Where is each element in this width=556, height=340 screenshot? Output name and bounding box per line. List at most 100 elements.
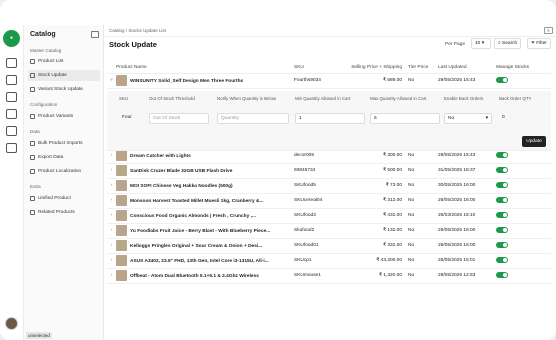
chevron-right-icon[interactable]: ›: [107, 163, 116, 179]
sidebar-item-product-list[interactable]: Product List: [28, 56, 100, 67]
table-row[interactable]: › Kelloggs Pringles Original + Sour Crea…: [107, 238, 551, 254]
sidebar-item-related-products[interactable]: Related Products: [28, 207, 100, 218]
main-content: Catalog / Stocks Update List ≡ Stock Upd…: [104, 25, 556, 340]
variant-stock-icon: [30, 87, 35, 92]
import-icon: [30, 141, 35, 146]
unified-icon: [30, 196, 35, 201]
product-thumbnail: [116, 210, 127, 221]
sidebar-item-variant-stock-update[interactable]: Variant Stock Update: [28, 84, 100, 95]
catalog-sidebar: Catalog Master Catalog Product List Stoc…: [24, 25, 104, 340]
manage-stock-toggle[interactable]: [496, 242, 508, 249]
search-icon: ⌕: [498, 41, 501, 46]
col-tier-price: Tier Price: [408, 62, 438, 74]
manage-stock-toggle[interactable]: [496, 182, 508, 189]
page-title: Stock Update: [109, 40, 157, 49]
product-thumbnail: [116, 225, 127, 236]
product-thumbnail: [116, 195, 127, 206]
collapse-sidebar-icon[interactable]: [91, 31, 99, 38]
update-button[interactable]: Update: [522, 136, 546, 147]
chevron-right-icon[interactable]: ›: [107, 253, 116, 269]
breadcrumb: Catalog / Stocks Update List: [109, 28, 166, 33]
table-row[interactable]: › MOI SOFI Chinese Veg Hakka Noodles (50…: [107, 178, 551, 194]
manage-stock-toggle[interactable]: [496, 197, 508, 204]
table-row[interactable]: › Offbeat - Atom Dual Bluetooth 5.1+5.1 …: [107, 268, 551, 284]
sidebar-item-product-variants[interactable]: Product Variants: [28, 111, 100, 122]
sku-field[interactable]: Four: [119, 113, 143, 124]
manage-stock-toggle[interactable]: [496, 257, 508, 264]
marketing-icon[interactable]: [6, 126, 17, 136]
product-thumbnail: [116, 149, 127, 161]
chevron-right-icon[interactable]: ›: [107, 208, 116, 224]
table-row[interactable]: › Conscious Food Organic Almonds | Fresh…: [107, 208, 551, 224]
chevron-right-icon[interactable]: ›: [107, 268, 116, 284]
stock-icon: [30, 73, 35, 78]
notify-quantity-field[interactable]: Quantity: [217, 113, 289, 124]
globe-icon: [30, 169, 35, 174]
section-label: Extra: [30, 184, 41, 189]
breadcrumb-current: Stocks Update List: [128, 28, 166, 33]
catalog-icon[interactable]: [6, 92, 17, 102]
product-thumbnail: [116, 180, 127, 191]
status-text: unselected: [26, 332, 52, 339]
sidebar-item-export-data[interactable]: Export Data: [28, 152, 100, 163]
product-thumbnail: [116, 270, 127, 281]
table-row[interactable]: › Yu Foodlabs Fruit Juice - Berry Blast …: [107, 223, 551, 239]
section-label: Data: [30, 129, 40, 134]
section-label: Configuration: [30, 102, 58, 107]
table-row[interactable]: › ASUS A3402, 23.8" FHD, 13th Gen, Intel…: [107, 253, 551, 269]
dashboard-icon[interactable]: [6, 58, 17, 68]
export-icon: [30, 155, 35, 160]
sidebar-item-product-localization[interactable]: Product Localization: [28, 166, 100, 177]
out-of-stock-field[interactable]: Out Of Stock: [149, 113, 209, 124]
col-product-name: Product Name: [116, 62, 294, 74]
product-thumbnail: [116, 240, 127, 251]
manage-stock-toggle[interactable]: [496, 77, 508, 84]
sidebar-title: Catalog: [30, 31, 56, 38]
search-button[interactable]: ⌕ Search: [494, 38, 522, 49]
filter-button[interactable]: ⏷ Filter: [527, 38, 551, 49]
manage-stock-toggle[interactable]: [496, 227, 508, 234]
orders-icon[interactable]: [6, 75, 17, 85]
sidebar-item-unified-product[interactable]: Unified Product: [28, 193, 100, 204]
min-qty-field[interactable]: 1: [295, 113, 365, 124]
col-sku: SKU: [294, 62, 342, 74]
chevron-right-icon[interactable]: ›: [107, 178, 116, 194]
related-icon: [30, 210, 35, 215]
chevron-up-icon[interactable]: ˅: [107, 73, 116, 89]
sidebar-item-bulk-imports[interactable]: Bulk Product Imports: [28, 138, 100, 149]
filter-icon: ⏷: [531, 41, 535, 46]
chevron-right-icon[interactable]: ›: [107, 223, 116, 239]
manage-stock-toggle[interactable]: [496, 167, 508, 174]
manage-stock-toggle[interactable]: [496, 152, 508, 159]
back-order-qty-field[interactable]: 0: [499, 113, 523, 124]
col-price: Selling Price + Shipping: [342, 62, 408, 74]
table-row-expanded[interactable]: ˅ WINSUNITY Solid_Self Design Men Three …: [107, 73, 551, 89]
reports-icon[interactable]: [6, 143, 17, 153]
per-page-select[interactable]: 10 ▾: [471, 38, 491, 49]
back-orders-select[interactable]: No ▾: [444, 113, 492, 124]
table-row[interactable]: › Monsoon Harvest Toasted Millet Muesli …: [107, 193, 551, 209]
per-page-label: Per Page: [445, 42, 466, 47]
chevron-down-icon: ▾: [481, 41, 485, 46]
manage-stock-toggle[interactable]: [496, 212, 508, 219]
customers-icon[interactable]: [6, 109, 17, 119]
breadcrumb-root[interactable]: Catalog: [109, 28, 125, 33]
list-icon: [30, 59, 35, 64]
stock-edit-panel: SKU Out Of Stock Threshold Notify When Q…: [107, 91, 551, 151]
chevron-right-icon[interactable]: ›: [107, 193, 116, 209]
table-row[interactable]: › SanDisk Cruzer Blade 32GB USB Flash Dr…: [107, 163, 551, 179]
sidebar-item-stock-update[interactable]: Stock Update: [28, 70, 100, 81]
variants-icon: [30, 114, 35, 119]
product-thumbnail: [116, 165, 127, 176]
col-last-updated: Last Updated: [438, 62, 496, 74]
app-window: ● Catalog Master Catalog Product List St…: [0, 0, 556, 340]
menu-icon[interactable]: ≡: [544, 27, 553, 34]
chevron-down-icon: ▾: [485, 116, 488, 121]
chevron-right-icon[interactable]: ›: [107, 238, 116, 254]
manage-stock-toggle[interactable]: [496, 272, 508, 279]
max-qty-field[interactable]: 5: [370, 113, 440, 124]
icon-rail: ●: [0, 25, 24, 340]
brand-logo[interactable]: ●: [3, 30, 20, 47]
avatar[interactable]: [5, 317, 18, 330]
section-label: Master Catalog: [30, 48, 62, 53]
